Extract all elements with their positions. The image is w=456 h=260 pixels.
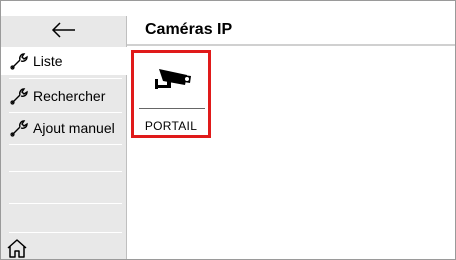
back-button[interactable] — [1, 16, 126, 43]
sidebar-item-ajout-manuel[interactable]: Ajout manuel — [1, 114, 126, 142]
divider — [9, 144, 122, 145]
divider — [9, 78, 122, 79]
wrench-icon — [10, 120, 28, 137]
home-icon[interactable] — [5, 237, 29, 259]
divider — [139, 108, 205, 109]
sidebar: Liste Rechercher Ajout manuel — [1, 16, 127, 259]
sidebar-item-label: Ajout manuel — [33, 120, 115, 136]
page-header: Caméras IP — [127, 16, 455, 46]
sidebar-item-label: Liste — [33, 53, 63, 69]
camera-label: PORTAIL — [144, 119, 198, 133]
sidebar-item-liste[interactable]: Liste — [1, 47, 127, 75]
divider — [9, 171, 122, 172]
divider — [9, 232, 122, 233]
sidebar-item-rechercher[interactable]: Rechercher — [1, 82, 126, 110]
security-camera-icon — [155, 69, 191, 89]
sidebar-item-label: Rechercher — [33, 88, 106, 104]
divider — [9, 203, 122, 204]
camera-tile-portail[interactable]: PORTAIL — [131, 50, 211, 138]
divider — [9, 112, 122, 113]
wrench-icon — [10, 88, 28, 105]
arrow-left-icon — [51, 21, 75, 38]
wrench-icon — [10, 53, 28, 70]
page-title: Caméras IP — [145, 21, 233, 38]
